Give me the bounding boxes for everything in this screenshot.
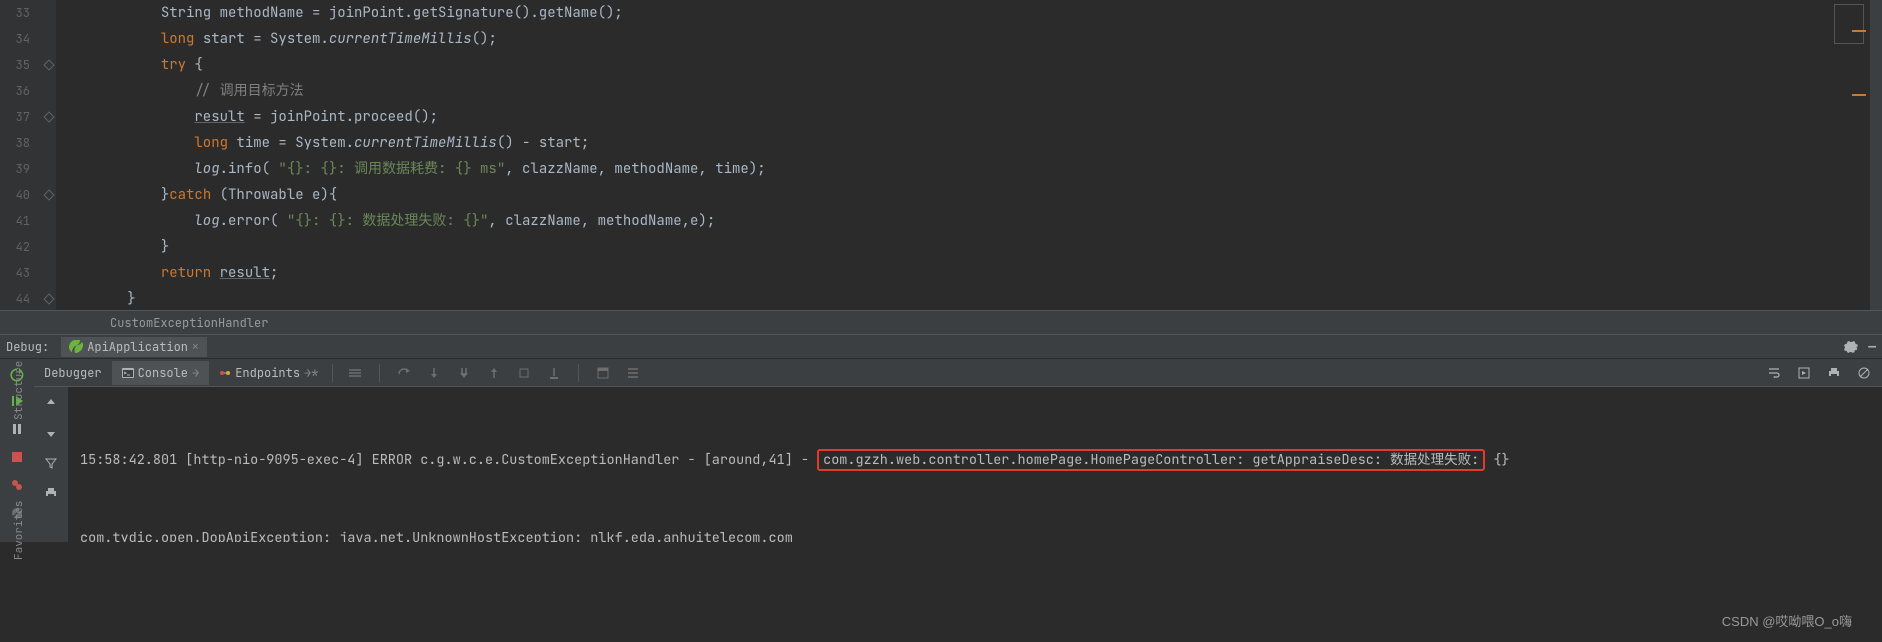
line-number: 42 — [0, 234, 30, 260]
code-line[interactable]: long time = System.currentTimeMillis() -… — [60, 130, 1882, 156]
favorites-toolwindow-button[interactable]: Favorites — [12, 501, 26, 560]
step-out-icon[interactable] — [484, 363, 504, 383]
watermark-text: CSDN @哎呦喂O_o嗨 — [1722, 611, 1852, 630]
console-icon — [122, 367, 134, 379]
step-into-icon[interactable] — [424, 363, 444, 383]
code-line[interactable]: String methodName = joinPoint.getSignatu… — [60, 0, 1882, 26]
line-number: 37 — [0, 104, 30, 130]
debug-label: Debug: — [6, 339, 49, 355]
drop-frame-icon[interactable] — [514, 363, 534, 383]
endpoints-icon — [219, 367, 231, 379]
code-line[interactable]: } — [60, 234, 1882, 260]
line-number: 36 — [0, 78, 30, 104]
run-config-tab[interactable]: ApiApplication ✕ — [61, 337, 206, 357]
filter-icon[interactable] — [41, 453, 61, 473]
code-line[interactable]: } — [60, 286, 1882, 312]
fold-marker-icon[interactable] — [43, 111, 54, 122]
line-number: 38 — [0, 130, 30, 156]
fold-marker-icon[interactable] — [43, 293, 54, 304]
line-number: 35 — [0, 52, 30, 78]
run-config-label: ApiApplication — [87, 339, 188, 355]
trace-current-stream-icon[interactable] — [623, 363, 643, 383]
debug-subtab-bar: Debugger Console → Endpoints →* — [0, 358, 1882, 386]
debug-header-actions: — — [1844, 338, 1876, 355]
print-icon[interactable] — [1824, 363, 1844, 383]
down-stack-icon[interactable] — [41, 423, 61, 443]
fold-marker-icon[interactable] — [43, 59, 54, 70]
scroll-to-end-icon[interactable] — [1794, 363, 1814, 383]
line-gutter: 333435363738394041424344 — [0, 0, 42, 310]
gear-icon[interactable] — [1844, 340, 1858, 354]
line-number: 44 — [0, 286, 30, 312]
step-over-icon[interactable] — [394, 363, 414, 383]
console-panel: 15:58:42.801 [http-nio-9095-exec-4] ERRO… — [0, 386, 1882, 542]
pause-icon[interactable] — [7, 419, 27, 439]
minimap[interactable] — [1826, 2, 1878, 302]
minimize-icon[interactable]: — — [1868, 338, 1876, 355]
spring-leaf-icon — [69, 340, 83, 354]
code-editor[interactable]: 333435363738394041424344 String methodNa… — [0, 0, 1882, 310]
close-icon[interactable]: ✕ — [192, 340, 199, 354]
code-line[interactable]: log.error( "{}: {}: 数据处理失败: {}", clazzNa… — [60, 208, 1882, 234]
line-number: 41 — [0, 208, 30, 234]
code-line[interactable]: log.info( "{}: {}: 调用数据耗费: {} ms", clazz… — [60, 156, 1882, 182]
show-exec-point-icon[interactable] — [345, 363, 365, 383]
up-stack-icon[interactable] — [41, 393, 61, 413]
debugger-tab[interactable]: Debugger — [34, 361, 112, 385]
debug-toolwindow-header: Debug: ApiApplication ✕ — — [0, 334, 1882, 358]
evaluate-expression-icon[interactable] — [593, 363, 613, 383]
highlighted-error: com.gzzh.web.controller.homePage.HomePag… — [817, 449, 1485, 471]
stop-icon[interactable] — [7, 447, 27, 467]
console-left-toolbar — [34, 387, 68, 542]
soft-wrap-icon[interactable] — [1764, 363, 1784, 383]
console-output[interactable]: 15:58:42.801 [http-nio-9095-exec-4] ERRO… — [68, 387, 1882, 542]
code-line[interactable]: long start = System.currentTimeMillis(); — [60, 26, 1882, 52]
line-number: 40 — [0, 182, 30, 208]
debug-step-toolbar — [337, 363, 643, 383]
print-console-icon[interactable] — [41, 483, 61, 503]
fold-marker-icon[interactable] — [43, 189, 54, 200]
breadcrumb-item[interactable]: CustomExceptionHandler — [110, 315, 268, 331]
line-number: 43 — [0, 260, 30, 286]
code-line[interactable]: result = joinPoint.proceed(); — [60, 104, 1882, 130]
console-tab[interactable]: Console → — [112, 361, 210, 385]
line-number: 34 — [0, 26, 30, 52]
run-to-cursor-icon[interactable] — [544, 363, 564, 383]
fold-column — [42, 0, 56, 310]
breadcrumb-bar: CustomExceptionHandler — [0, 310, 1882, 334]
endpoints-tab[interactable]: Endpoints →* — [209, 361, 328, 385]
code-line[interactable]: try { — [60, 52, 1882, 78]
code-line[interactable]: }catch (Throwable e){ — [60, 182, 1882, 208]
line-number: 33 — [0, 0, 30, 26]
code-line[interactable]: // 调用目标方法 — [60, 78, 1882, 104]
code-area[interactable]: String methodName = joinPoint.getSignatu… — [56, 0, 1882, 310]
view-breakpoints-icon[interactable] — [7, 475, 27, 495]
structure-toolwindow-button[interactable]: Structure — [12, 361, 26, 420]
code-line[interactable]: return result; — [60, 260, 1882, 286]
force-step-into-icon[interactable] — [454, 363, 474, 383]
line-number: 39 — [0, 156, 30, 182]
clear-all-icon[interactable] — [1854, 363, 1874, 383]
console-right-actions — [1764, 363, 1882, 383]
